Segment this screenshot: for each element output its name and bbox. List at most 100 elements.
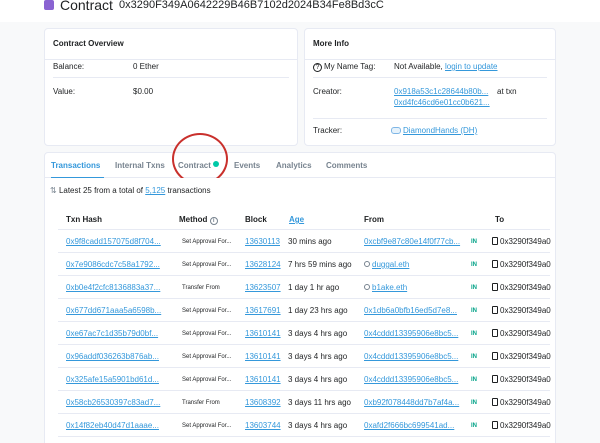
from-address-text: 0xb92f078448dd7b7af4a... [364,398,460,407]
tab-internal-txns[interactable]: Internal Txns [115,161,165,170]
tracker-value[interactable]: DiamondHands (DH) [391,126,477,135]
table-row: 0x58cb26530397c83ad7... Transfer From 1360… [58,391,551,414]
tracker-link[interactable]: DiamondHands (DH) [403,126,477,135]
name-tag-label: ? My Name Tag: [313,62,375,72]
from-address-text: 0x4cddd13395906e8bc5... [364,352,459,361]
txn-hash-link[interactable]: 0x14f82eb40d47d1aaae... [66,421,170,430]
to-address[interactable]: 0x3290f349a0 [492,421,551,430]
login-to-update-link[interactable]: login to update [445,62,498,71]
block-link[interactable]: 13617691 [245,306,281,315]
method-badge: Set Approval For... [182,331,232,337]
to-address[interactable]: 0x3290f349a0 [492,398,551,407]
tab-comments[interactable]: Comments [326,161,367,170]
from-address-text: 0xcbf9e87c80e14f0f77cb... [364,237,461,246]
from-address-link[interactable]: duggal.eth [364,260,468,269]
contract-doc-icon [492,306,498,314]
txn-hash-link[interactable]: 0xe67ac7c1d35b79d0bf... [66,329,170,338]
table-row: 0xe67ac7c1d35b79d0bf... Set Approval For.… [58,322,551,345]
from-address-link[interactable]: 0x4cddd13395906e8bc5... [364,352,468,361]
to-address[interactable]: 0x3290f349a0 [492,260,551,269]
age-text: 30 mins ago [288,237,332,246]
tab-transactions[interactable]: Transactions [51,161,100,170]
txn-hash-link[interactable]: 0x325afe15a5901bd61d... [66,375,170,384]
divider [45,59,297,60]
table-row: 0x677dd671aaa5a6598b... Set Approval For.… [58,299,551,322]
block-link[interactable]: 13610141 [245,352,281,361]
info-icon[interactable]: i [209,217,218,225]
sort-icon: ⇅ [50,186,57,195]
table-row: 0x325afe15a5901bd61d... Set Approval For.… [58,368,551,391]
creator-txn-link[interactable]: 0xd4fc46cd6e01cc0b621... [394,98,490,107]
from-address-link[interactable]: 0xcbf9e87c80e14f0f77cb... [364,237,468,246]
to-address[interactable]: 0x3290f349a0 [492,352,551,361]
tab-bar: Transactions Internal Txns Contract Even… [44,152,556,179]
block-link[interactable]: 13610141 [245,375,281,384]
method-badge: Set Approval For... [182,354,232,360]
age-text: 7 hrs 59 mins ago [288,260,352,269]
total-transactions-link[interactable]: 5,125 [145,186,165,195]
block-link[interactable]: 13630113 [245,237,280,246]
to-address-text: 0x3290f349a0 [500,260,551,269]
txn-hash-link[interactable]: 0x58cb26530397c83ad7... [66,398,170,407]
block-link[interactable]: 13623507 [245,283,281,292]
contract-doc-icon [492,375,498,383]
to-address[interactable]: 0x3290f349a0 [492,306,551,315]
header-block: Block [245,215,267,224]
more-info-title: More Info [313,39,349,48]
to-address[interactable]: 0x3290f349a0 [492,329,551,338]
table-row: 0x96addf036263b876ab... Set Approval For.… [58,345,551,368]
direction-badge: IN [471,308,477,314]
contract-doc-icon [492,398,498,406]
block-link[interactable]: 13603744 [245,421,281,430]
age-text: 1 day 1 hr ago [288,283,340,292]
direction-badge: IN [471,377,477,383]
contract-address: 0x3290F349A0642229B46B7102d2024B34Fe8Bd3… [119,0,384,11]
header-to: To [495,215,505,224]
contract-doc-icon [492,352,498,360]
txn-hash-link[interactable]: 0xb0e4f2cfc8136883a37... [66,283,170,292]
to-address-text: 0x3290f349a0 [500,329,551,338]
ens-icon [364,261,370,267]
from-address-link[interactable]: 0x1db6a0bfb16ed5d7e8... [364,306,468,315]
to-address[interactable]: 0x3290f349a0 [492,283,551,292]
tab-analytics[interactable]: Analytics [276,161,312,170]
header-from: From [364,215,384,224]
block-link[interactable]: 13610141 [245,329,281,338]
ens-icon [364,284,370,290]
name-tag-value: Not Available, login to update [394,62,498,71]
tab-events[interactable]: Events [234,161,260,170]
divider [313,77,547,78]
to-address[interactable]: 0x3290f349a0 [492,375,551,384]
txn-hash-link[interactable]: 0x7e9086cdc7c58a1792... [66,260,170,269]
direction-badge: IN [471,400,477,406]
to-address[interactable]: 0x3290f349a0 [492,237,551,246]
direction-badge: IN [471,331,477,337]
contract-doc-icon [492,421,498,429]
method-badge: Set Approval For... [182,308,232,314]
txn-hash-link[interactable]: 0x677dd671aaa5a6598b... [66,306,170,315]
block-link[interactable]: 13608392 [245,398,281,407]
block-link[interactable]: 13628124 [245,260,281,269]
txn-hash-link[interactable]: 0x9f8cadd157075d8f704... [66,237,170,246]
table-row: 0x7e9086cdc7c58a1792... Set Approval For.… [58,253,551,276]
age-text: 3 days 11 hrs ago [288,398,352,407]
creator-label: Creator: [313,87,342,96]
from-address-link[interactable]: 0x4cddd13395906e8bc5... [364,329,468,338]
from-address-link[interactable]: 0x4cddd13395906e8bc5... [364,375,468,384]
divider [313,118,547,119]
table-row: 0x14f82eb40d47d1aaae... Set Approval For.… [58,414,551,437]
contract-doc-icon [492,283,498,291]
from-address-link[interactable]: 0xafd2f666bc699541ad... [364,421,468,430]
summary-prefix: Latest 25 from a total of [58,186,143,195]
method-badge: Set Approval For... [182,239,232,245]
header-age[interactable]: Age [289,215,304,224]
direction-badge: IN [471,285,477,291]
creator-address-link[interactable]: 0x918a53c1c28644b80b... [394,87,488,96]
txn-hash-link[interactable]: 0x96addf036263b876ab... [66,352,170,361]
from-address-link[interactable]: b1ake.eth [364,283,468,292]
to-address-text: 0x3290f349a0 [500,237,551,246]
from-address-link[interactable]: 0xb92f078448dd7b7af4a... [364,398,468,407]
to-address-text: 0x3290f349a0 [500,352,551,361]
from-address-text: 0x4cddd13395906e8bc5... [364,375,459,384]
table-row: 0xb0e4f2cfc8136883a37... Transfer From 136… [58,276,551,299]
